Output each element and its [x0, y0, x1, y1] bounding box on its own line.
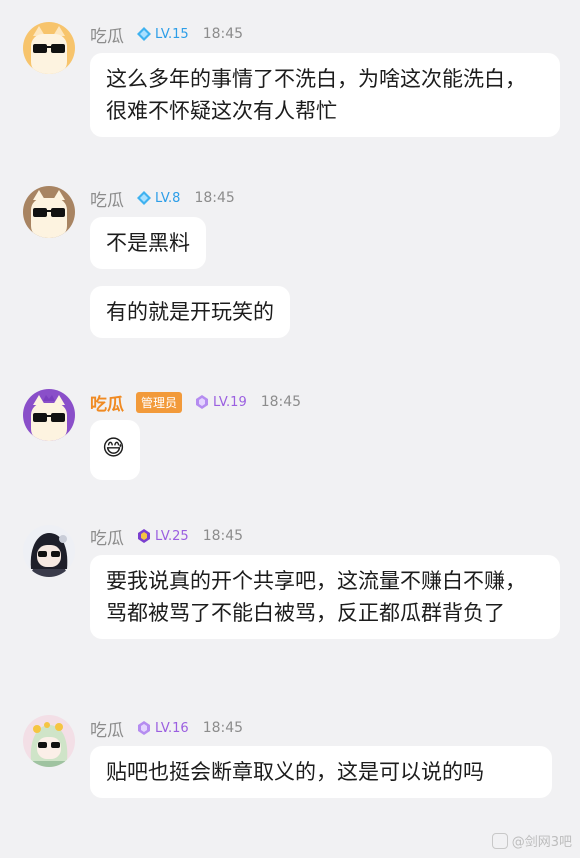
message-text: 要我说真的开个共享吧，这流量不赚白不赚，骂都被骂了不能白被骂，反正都瓜群背负了 — [106, 569, 526, 625]
message-text: 这么多年的事情了不洗白，为啥这次能洗白，很难不怀疑这次有人帮忙 — [106, 67, 526, 123]
level-text: LV.8 — [155, 190, 181, 206]
avatar[interactable] — [23, 22, 75, 74]
level-text: LV.19 — [213, 394, 247, 410]
avatar[interactable] — [23, 186, 75, 238]
cat-sunglasses-avatar-icon — [23, 22, 75, 74]
watermark: @剑网3吧 — [491, 831, 572, 850]
crystal-level-icon — [138, 721, 150, 735]
message-text: 不是黑料 — [106, 231, 190, 255]
message-bubble[interactable]: 贴吧也挺会断章取义的，这是可以说的吗 — [90, 746, 552, 798]
message-time: 18:45 — [260, 394, 302, 410]
avatar[interactable] — [23, 525, 75, 577]
sender-name[interactable]: 吃瓜 — [90, 186, 124, 211]
sender-name[interactable]: 吃瓜 — [90, 22, 124, 47]
sender-name[interactable]: 吃瓜 — [90, 390, 124, 415]
message-time: 18:45 — [194, 190, 235, 206]
level-badge: LV.25 — [136, 528, 189, 544]
level-badge: LV.16 — [136, 720, 189, 736]
cat-crown-avatar-icon — [23, 389, 75, 441]
watermark-logo-icon — [491, 832, 508, 849]
level-badge: LV.19 — [194, 394, 247, 410]
admin-badge: 管理员 — [136, 391, 183, 413]
cat-sunglasses-avatar-icon — [23, 186, 75, 238]
level-text: LV.16 — [155, 720, 189, 736]
sweat-smile-emoji: 😅 — [102, 436, 125, 461]
level-badge: LV.15 — [136, 26, 189, 42]
message-meta: 吃瓜 管理员 LV.19 18:45 — [90, 390, 302, 415]
level-text: LV.15 — [155, 26, 189, 42]
level-text: LV.25 — [155, 528, 189, 544]
diamond-level-icon — [137, 27, 151, 41]
message-bubble[interactable]: 这么多年的事情了不洗白，为啥这次能洗白，很难不怀疑这次有人帮忙 — [90, 53, 560, 137]
avatar[interactable] — [23, 715, 75, 767]
message-bubble[interactable]: 😅 — [90, 420, 140, 480]
avatar[interactable] — [23, 389, 75, 441]
crystal-level-icon — [196, 395, 209, 409]
anime-character-avatar-icon — [23, 715, 75, 767]
watermark-text: @剑网3吧 — [511, 835, 572, 850]
message-time: 18:45 — [202, 528, 244, 544]
message-meta: 吃瓜 LV.8 18:45 — [90, 186, 235, 211]
message-time: 18:45 — [202, 26, 244, 42]
message-bubble[interactable]: 要我说真的开个共享吧，这流量不赚白不赚，骂都被骂了不能白被骂，反正都瓜群背负了 — [90, 555, 560, 639]
message-meta: 吃瓜 LV.25 18:45 — [90, 524, 244, 549]
anime-character-avatar-icon — [23, 525, 75, 577]
diamond-level-icon — [137, 191, 151, 205]
message-bubble[interactable]: 有的就是开玩笑的 — [90, 286, 290, 338]
crystal-level-icon — [138, 529, 150, 543]
sender-name[interactable]: 吃瓜 — [90, 524, 124, 549]
message-time: 18:45 — [202, 720, 244, 736]
message-text: 有的就是开玩笑的 — [106, 300, 274, 324]
message-bubble[interactable]: 不是黑料 — [90, 217, 206, 269]
message-text: 贴吧也挺会断章取义的，这是可以说的吗 — [106, 760, 484, 784]
message-meta: 吃瓜 LV.16 18:45 — [90, 716, 244, 741]
sender-name[interactable]: 吃瓜 — [90, 716, 124, 741]
level-badge: LV.8 — [136, 190, 180, 206]
message-meta: 吃瓜 LV.15 18:45 — [90, 22, 244, 47]
